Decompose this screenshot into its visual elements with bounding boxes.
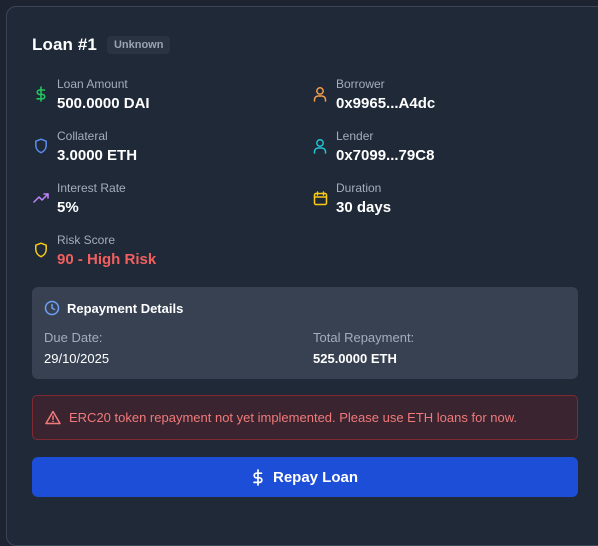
loan-title: Loan #1 [32,35,97,54]
status-badge: Unknown [106,36,171,54]
interest-rate-value: 5% [57,199,79,216]
warning-text: ERC20 token repayment not yet implemente… [69,410,518,425]
total-repayment-value: 525.0000 ETH [313,351,397,366]
borrower-value: 0x9965...A4dc [336,95,436,112]
field-loan-amount: Loan Amount 500.0000 DAI [33,77,150,114]
loan-amount-value: 500.0000 DAI [57,95,150,112]
risk-score-label: Risk Score [57,233,116,247]
repay-loan-button[interactable]: Repay Loan [32,457,578,497]
collateral-label: Collateral [57,129,108,143]
total-repayment-label: Total Repayment: [313,330,415,345]
user-icon [312,138,328,154]
repayment-details-title: Repayment Details [67,300,184,316]
field-interest-rate: Interest Rate 5% [33,181,126,218]
repayment-details-panel: Repayment Details Due Date: 29/10/2025 T… [32,287,578,379]
loan-amount-label: Loan Amount [57,77,128,91]
duration-value: 30 days [336,199,392,216]
loan-card: Loan #1 Unknown Loan Amount 500.0000 DAI… [6,6,598,546]
repayment-details-heading: Repayment Details [44,300,183,316]
due-date-block: Due Date: 29/10/2025 [44,330,109,368]
lender-label: Lender [336,129,374,143]
borrower-label: Borrower [336,77,385,91]
shield-alert-icon [33,242,49,258]
field-risk-score: Risk Score 90 - High Risk [33,233,156,270]
repay-loan-label: Repay Loan [272,468,359,486]
lender-value: 0x7099...79C8 [336,147,435,164]
erc20-warning-alert: ERC20 token repayment not yet implemente… [32,395,578,440]
collateral-value: 3.0000 ETH [57,147,138,164]
user-icon [312,86,328,102]
total-repayment-block: Total Repayment: 525.0000 ETH [313,330,414,368]
calendar-icon [312,190,328,206]
field-lender: Lender 0x7099...79C8 [312,129,434,166]
dollar-icon [252,468,264,486]
field-collateral: Collateral 3.0000 ETH [33,129,137,166]
loan-header: Loan #1 Unknown [32,35,171,55]
field-duration: Duration 30 days [312,181,391,218]
trending-up-icon [33,190,49,206]
clock-icon [44,300,60,316]
duration-label: Duration [336,181,382,195]
shield-icon [33,138,49,154]
field-borrower: Borrower 0x9965...A4dc [312,77,435,114]
dollar-icon [33,86,49,102]
due-date-value: 29/10/2025 [44,351,110,366]
warning-icon [45,410,61,425]
risk-score-value: 90 - High Risk [57,251,157,268]
due-date-label: Due Date: [44,330,103,345]
interest-rate-label: Interest Rate [57,181,126,195]
